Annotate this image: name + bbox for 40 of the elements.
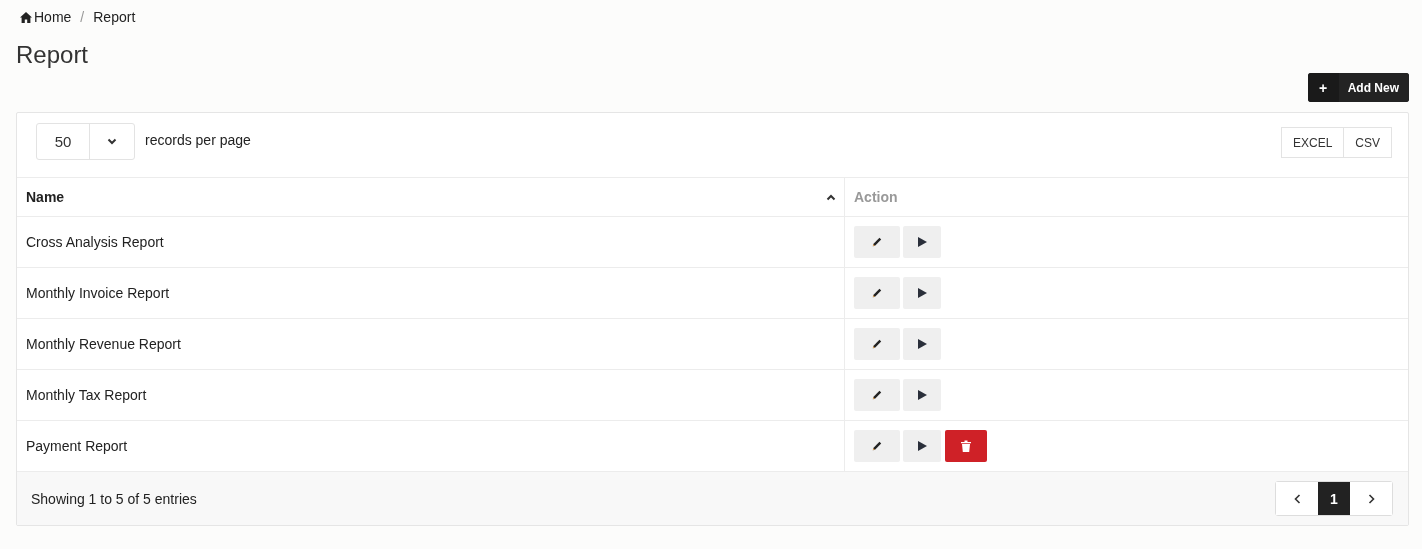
run-button[interactable] bbox=[903, 379, 941, 411]
page-size-label: records per page bbox=[145, 132, 251, 148]
play-icon bbox=[917, 441, 927, 451]
page-size-select[interactable]: 50 bbox=[36, 123, 135, 160]
table-cell: Cross Analysis Report bbox=[17, 216, 845, 268]
sort-ascending-icon bbox=[826, 194, 836, 201]
run-button[interactable] bbox=[903, 430, 941, 462]
table-cell: Monthly Invoice Report bbox=[17, 267, 845, 319]
column-header: Action bbox=[844, 177, 1408, 217]
page-button[interactable]: 1 bbox=[1318, 482, 1350, 515]
run-button[interactable] bbox=[903, 328, 941, 360]
entries-info: Showing 1 to 5 of 5 entries bbox=[31, 490, 197, 507]
table-cell: Monthly Tax Report bbox=[17, 369, 845, 421]
delete-button[interactable] bbox=[945, 430, 987, 462]
chevron-right-icon bbox=[1367, 493, 1375, 504]
pencil-icon bbox=[872, 390, 882, 400]
pencil-icon bbox=[872, 237, 882, 247]
add-new-button[interactable]: + Add New bbox=[1307, 73, 1409, 102]
run-button[interactable] bbox=[903, 226, 941, 258]
chevron-down-icon bbox=[107, 138, 117, 145]
export-button[interactable]: EXCEL bbox=[1280, 127, 1345, 158]
pencil-icon bbox=[872, 339, 882, 349]
table-cell: Payment Report bbox=[17, 420, 845, 472]
play-icon bbox=[917, 288, 927, 298]
home-link[interactable]: Home bbox=[20, 9, 72, 25]
export-button[interactable]: CSV bbox=[1344, 127, 1392, 158]
play-icon bbox=[917, 237, 927, 247]
page-title: Report bbox=[16, 40, 90, 70]
table-cell: Monthly Revenue Report bbox=[17, 318, 845, 370]
trash-icon bbox=[961, 440, 971, 452]
play-icon bbox=[917, 339, 927, 349]
chevron-left-icon bbox=[1293, 493, 1301, 504]
play-icon bbox=[917, 390, 927, 400]
breadcrumb-separator: / bbox=[80, 9, 85, 25]
pencil-icon bbox=[872, 441, 882, 451]
home-icon bbox=[20, 11, 32, 23]
column-header[interactable]: Name bbox=[17, 177, 845, 217]
run-button[interactable] bbox=[903, 277, 941, 309]
breadcrumb-current: Report bbox=[93, 9, 136, 25]
pencil-icon bbox=[872, 288, 882, 298]
